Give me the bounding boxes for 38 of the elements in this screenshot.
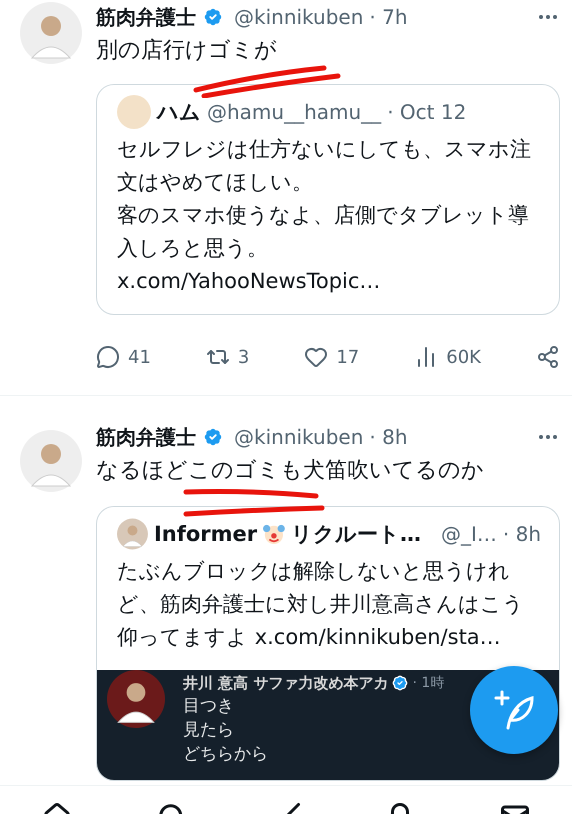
author-handle: @kinnikuben [234,425,364,449]
quoted-text: セルフレジは仕方ないにしても、スマホ注文はやめてほしい。 [117,136,532,196]
quoted-text: たぶんブロックは解除しないと思うけれど、筋肉弁護士に対し井川意高さんはこう仰ってますよ x.com/kinnikuben/sta… [117,558,525,651]
avatar [117,517,148,551]
feather-plus-icon [492,688,536,732]
post-text: どちらから [183,743,269,766]
link[interactable]: x.com/YahooNewsTopic… [117,269,380,293]
post-text: 目つき [183,695,235,718]
quoted-tweet-card[interactable]: ハム @hamu__hamu__ · Oct 12 セルフレジは仕方ないにしても、スマホ注文はやめてほしい。 客のスマホ使うなよ、店側でタブレット導入しろと思う。 x.com/YahooNewsTopic… [96,84,560,315]
author-name: Informer [154,522,258,546]
post-time: · 8h [369,425,408,449]
post-time: · 8h [502,522,541,546]
author-name-suffix: リクルート… [290,521,421,548]
like-button[interactable]: 17 [304,345,360,369]
speech-bubble-icon [96,345,120,369]
heart-icon [304,345,328,369]
share-icon [536,345,560,369]
author-name: 筋肉弁護士 [96,424,196,450]
author-name: ハム [157,99,201,126]
quoted-text: 客のスマホ使うなよ、店側でタブレット導入しろと思う。 [117,202,530,262]
avatar [107,670,165,728]
avatar [117,95,151,129]
share-button[interactable] [536,345,560,369]
author-handle: @_I… [440,522,497,546]
repost-button[interactable]: 3 [206,345,250,369]
author-name: 筋肉弁護士 [96,4,196,30]
link[interactable]: x.com/kinnikuben/sta… [254,625,501,649]
post-text: なるほどこのゴミも犬笛吹いてるのか [96,457,485,485]
views-button[interactable]: 60K [414,345,481,369]
reply-button[interactable]: 41 [96,345,151,369]
post-text: 別の店行けゴミが [96,37,278,65]
post-text: 見たら [183,719,235,742]
post-time: · Oct 12 [387,100,466,124]
author-name: 井川 意高 サファ力改め本アカ [183,674,388,692]
author-handle: @kinnikuben [234,5,364,29]
author-handle: @hamu__hamu__ [207,100,382,124]
post-time: · 1時 [412,674,444,692]
post-time: · 7h [369,5,408,29]
